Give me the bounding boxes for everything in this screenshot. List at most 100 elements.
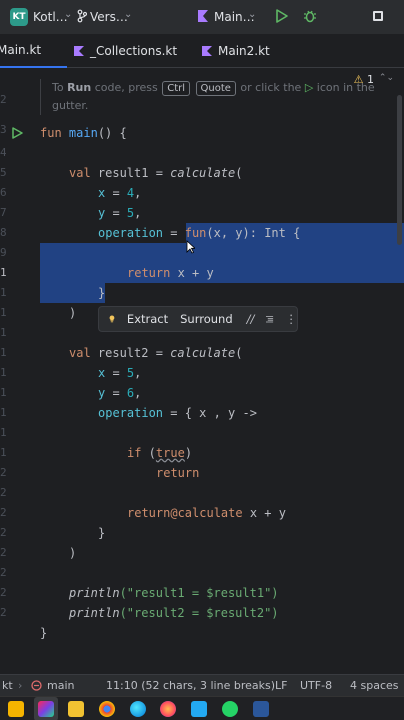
selection-highlight — [40, 243, 404, 283]
line-number: 10 — [0, 266, 6, 279]
main-toolbar: KT Kotl… ⌄ Vers… ⌄ Main… ⌄ — [0, 0, 404, 34]
line-number: 11 — [0, 286, 6, 299]
gutter[interactable]: 2 3 4 5 6 7 8 9 10 11 12 13 14 15 16 17 … — [0, 69, 36, 662]
chevron-down-icon[interactable]: ⌄ — [124, 9, 132, 20]
code-line: println("result2 = $result2") — [69, 606, 279, 620]
kotlin-file-icon — [202, 46, 212, 56]
line-number: 7 — [0, 206, 6, 219]
chevron-down-icon[interactable]: ⌄ — [64, 9, 72, 20]
tab-main-kt[interactable]: Main.kt — [0, 34, 67, 68]
branch-icon[interactable] — [77, 9, 87, 23]
code-line: val result1 = calculate( — [69, 166, 243, 180]
indent-setting[interactable]: 4 spaces — [350, 679, 399, 692]
code-line: return@calculate x + y — [127, 506, 286, 520]
line-number: 8 — [0, 226, 6, 239]
line-number: 23 — [0, 526, 6, 539]
status-bar: kt › main 11:10 (52 chars, 3 line breaks… — [0, 674, 404, 696]
function-icon — [31, 680, 42, 691]
line-number: 12 — [0, 306, 6, 319]
surround-button[interactable]: Surround — [180, 312, 233, 326]
code-line: x = 5, — [98, 366, 142, 380]
whatsapp-icon[interactable] — [222, 701, 238, 717]
sublime-icon[interactable] — [8, 701, 24, 717]
code-line: fun main() { — [40, 126, 127, 140]
line-number: 21 — [0, 486, 6, 499]
caret-position[interactable]: 11:10 (52 chars, 3 line breaks) — [106, 679, 275, 692]
kotlin-file-icon — [74, 46, 84, 56]
selection-highlight — [40, 283, 105, 303]
ctrl-key: Ctrl — [162, 81, 191, 96]
project-name[interactable]: Kotl… — [33, 10, 68, 24]
chevron-down-icon[interactable]: ⌄ — [248, 9, 256, 20]
line-number: 24 — [0, 546, 6, 559]
vcs-widget[interactable]: Vers… — [90, 10, 128, 24]
code-line: } — [40, 626, 48, 640]
kotlin-file-icon[interactable] — [197, 9, 209, 23]
code-line: val result2 = calculate( — [69, 346, 243, 360]
file-encoding[interactable]: UTF-8 — [300, 679, 332, 692]
extract-button[interactable]: Extract — [127, 312, 168, 326]
line-number: 3 — [0, 123, 6, 136]
tab-label: _Collections.kt — [90, 44, 178, 58]
floating-code-toolbar: Extract Surround // ⋮ — [98, 306, 298, 332]
project-badge[interactable]: KT — [10, 8, 28, 26]
line-number: 22 — [0, 506, 6, 519]
code-line: y = 5, — [98, 206, 142, 220]
code-line: operation = fun(x, y): Int { — [98, 226, 301, 240]
code-line: if (true) — [127, 446, 193, 460]
stop-icon[interactable] — [373, 11, 383, 21]
code-editor[interactable]: ⚠ 1 ⌃⌄ To Run code, press Ctrl Quote or … — [0, 69, 404, 662]
line-number: 2 — [0, 93, 6, 106]
line-number: 4 — [0, 146, 6, 159]
os-taskbar — [0, 696, 404, 720]
code-line: ) — [69, 306, 77, 320]
chrome-icon[interactable] — [99, 701, 115, 717]
line-number: 27 — [0, 606, 6, 619]
line-number: 26 — [0, 586, 6, 599]
firefox-icon[interactable] — [160, 701, 176, 717]
line-number: 19 — [0, 446, 6, 459]
line-number: 9 — [0, 246, 6, 259]
tab-label: Main.kt — [0, 43, 42, 57]
line-number: 15 — [0, 366, 6, 379]
intellij-icon[interactable] — [38, 701, 54, 717]
code-line: println("result1 = $result1") — [69, 586, 279, 600]
comment-button[interactable]: // — [247, 312, 255, 326]
line-number: 16 — [0, 386, 6, 399]
quote-key: Quote — [195, 81, 236, 96]
breadcrumb-file[interactable]: kt — [2, 679, 13, 692]
line-separator[interactable]: LF — [275, 679, 287, 692]
chevron-right-icon: › — [18, 679, 23, 692]
code-line: x = 4, — [98, 186, 142, 200]
run-icon[interactable] — [276, 9, 288, 23]
code-line: ) — [69, 546, 77, 560]
line-number: 20 — [0, 466, 6, 479]
tab-main2-kt[interactable]: Main2.kt — [202, 34, 312, 68]
editor-tabs: Main.kt _Collections.kt Main2.kt — [0, 34, 404, 68]
code-line: y = 6, — [98, 386, 142, 400]
folder-icon[interactable] — [68, 701, 84, 717]
run-icon: ▷ — [304, 81, 314, 94]
tab-collections-kt[interactable]: _Collections.kt — [74, 34, 194, 68]
vertical-scrollbar[interactable] — [397, 95, 402, 245]
code-line: } — [98, 526, 106, 540]
code-line: operation = { x , y -> — [98, 406, 257, 420]
vscode-icon[interactable] — [191, 701, 207, 717]
code-line: return x + y — [127, 266, 214, 280]
lightbulb-icon[interactable] — [109, 312, 115, 326]
word-icon[interactable] — [253, 701, 269, 717]
run-gutter-icon[interactable] — [11, 127, 23, 139]
edge-icon[interactable] — [130, 701, 146, 717]
code-line: } — [98, 286, 106, 300]
reformat-icon[interactable] — [266, 314, 274, 324]
breadcrumb-scope[interactable]: main — [47, 679, 74, 692]
line-number: 6 — [0, 186, 6, 199]
line-number: 18 — [0, 426, 6, 439]
debug-icon[interactable] — [303, 9, 317, 23]
code-line: return — [156, 466, 200, 480]
line-number: 14 — [0, 346, 6, 359]
run-hint: To Run code, press Ctrl Quote or click t… — [40, 79, 390, 115]
more-icon[interactable]: ⋮ — [286, 312, 298, 326]
line-number: 17 — [0, 406, 6, 419]
line-number: 25 — [0, 566, 6, 579]
